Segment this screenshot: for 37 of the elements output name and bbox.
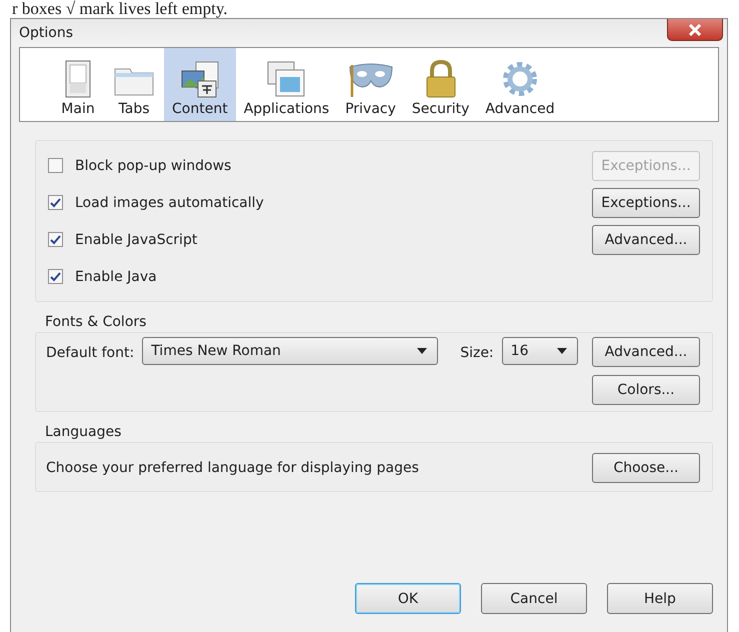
category-tab[interactable]: Main <box>52 48 104 121</box>
window-title: Options <box>18 24 74 41</box>
category-tab[interactable]: Tabs <box>104 48 164 121</box>
category-tab[interactable]: Security <box>404 48 478 121</box>
category-tab[interactable]: Privacy <box>337 48 404 121</box>
choose-button[interactable]: Choose... <box>592 453 700 483</box>
exceptions-button[interactable]: Exceptions... <box>592 188 700 218</box>
dialog-button[interactable]: OK <box>355 583 461 614</box>
field-label: Default font: <box>46 344 134 361</box>
language-description: Choose your preferred language for displaying pages <box>46 460 419 476</box>
close-icon <box>688 24 702 36</box>
size-dropdown[interactable]: 16 <box>502 337 578 365</box>
checkbox[interactable] <box>48 195 63 210</box>
caret-icon <box>417 348 428 354</box>
dialog-button[interactable]: Colors... <box>592 375 700 405</box>
group-title: Languages <box>44 423 122 442</box>
dialog-button[interactable]: Help <box>607 583 713 614</box>
checkbox-option[interactable]: Load images automatically <box>48 194 264 210</box>
caret-icon <box>556 348 567 354</box>
exceptions-button[interactable]: Advanced... <box>592 224 700 254</box>
category-tab[interactable]: Advanced <box>477 48 563 121</box>
field-label: Size: <box>460 344 494 361</box>
category-tab[interactable]: Content <box>164 48 236 121</box>
font-dropdown[interactable]: Times New Roman <box>142 337 438 365</box>
document-text: r boxes √ mark lives left empty. <box>11 0 228 18</box>
category-tab[interactable]: Applications <box>236 48 338 121</box>
gear-icon <box>500 59 540 99</box>
close-button[interactable] <box>667 19 723 41</box>
checkbox-option[interactable]: Block pop-up windows <box>48 158 232 174</box>
checkbox-option[interactable]: Enable Java <box>48 268 157 284</box>
checkbox[interactable] <box>48 232 63 247</box>
checkbox-option[interactable]: Enable JavaScript <box>48 232 198 248</box>
group-title: Fonts & Colors <box>44 313 148 332</box>
checkbox[interactable] <box>48 158 63 173</box>
dialog-button[interactable]: Cancel <box>481 583 587 614</box>
dialog-button[interactable]: Advanced... <box>592 337 700 367</box>
checkbox[interactable] <box>48 269 63 284</box>
